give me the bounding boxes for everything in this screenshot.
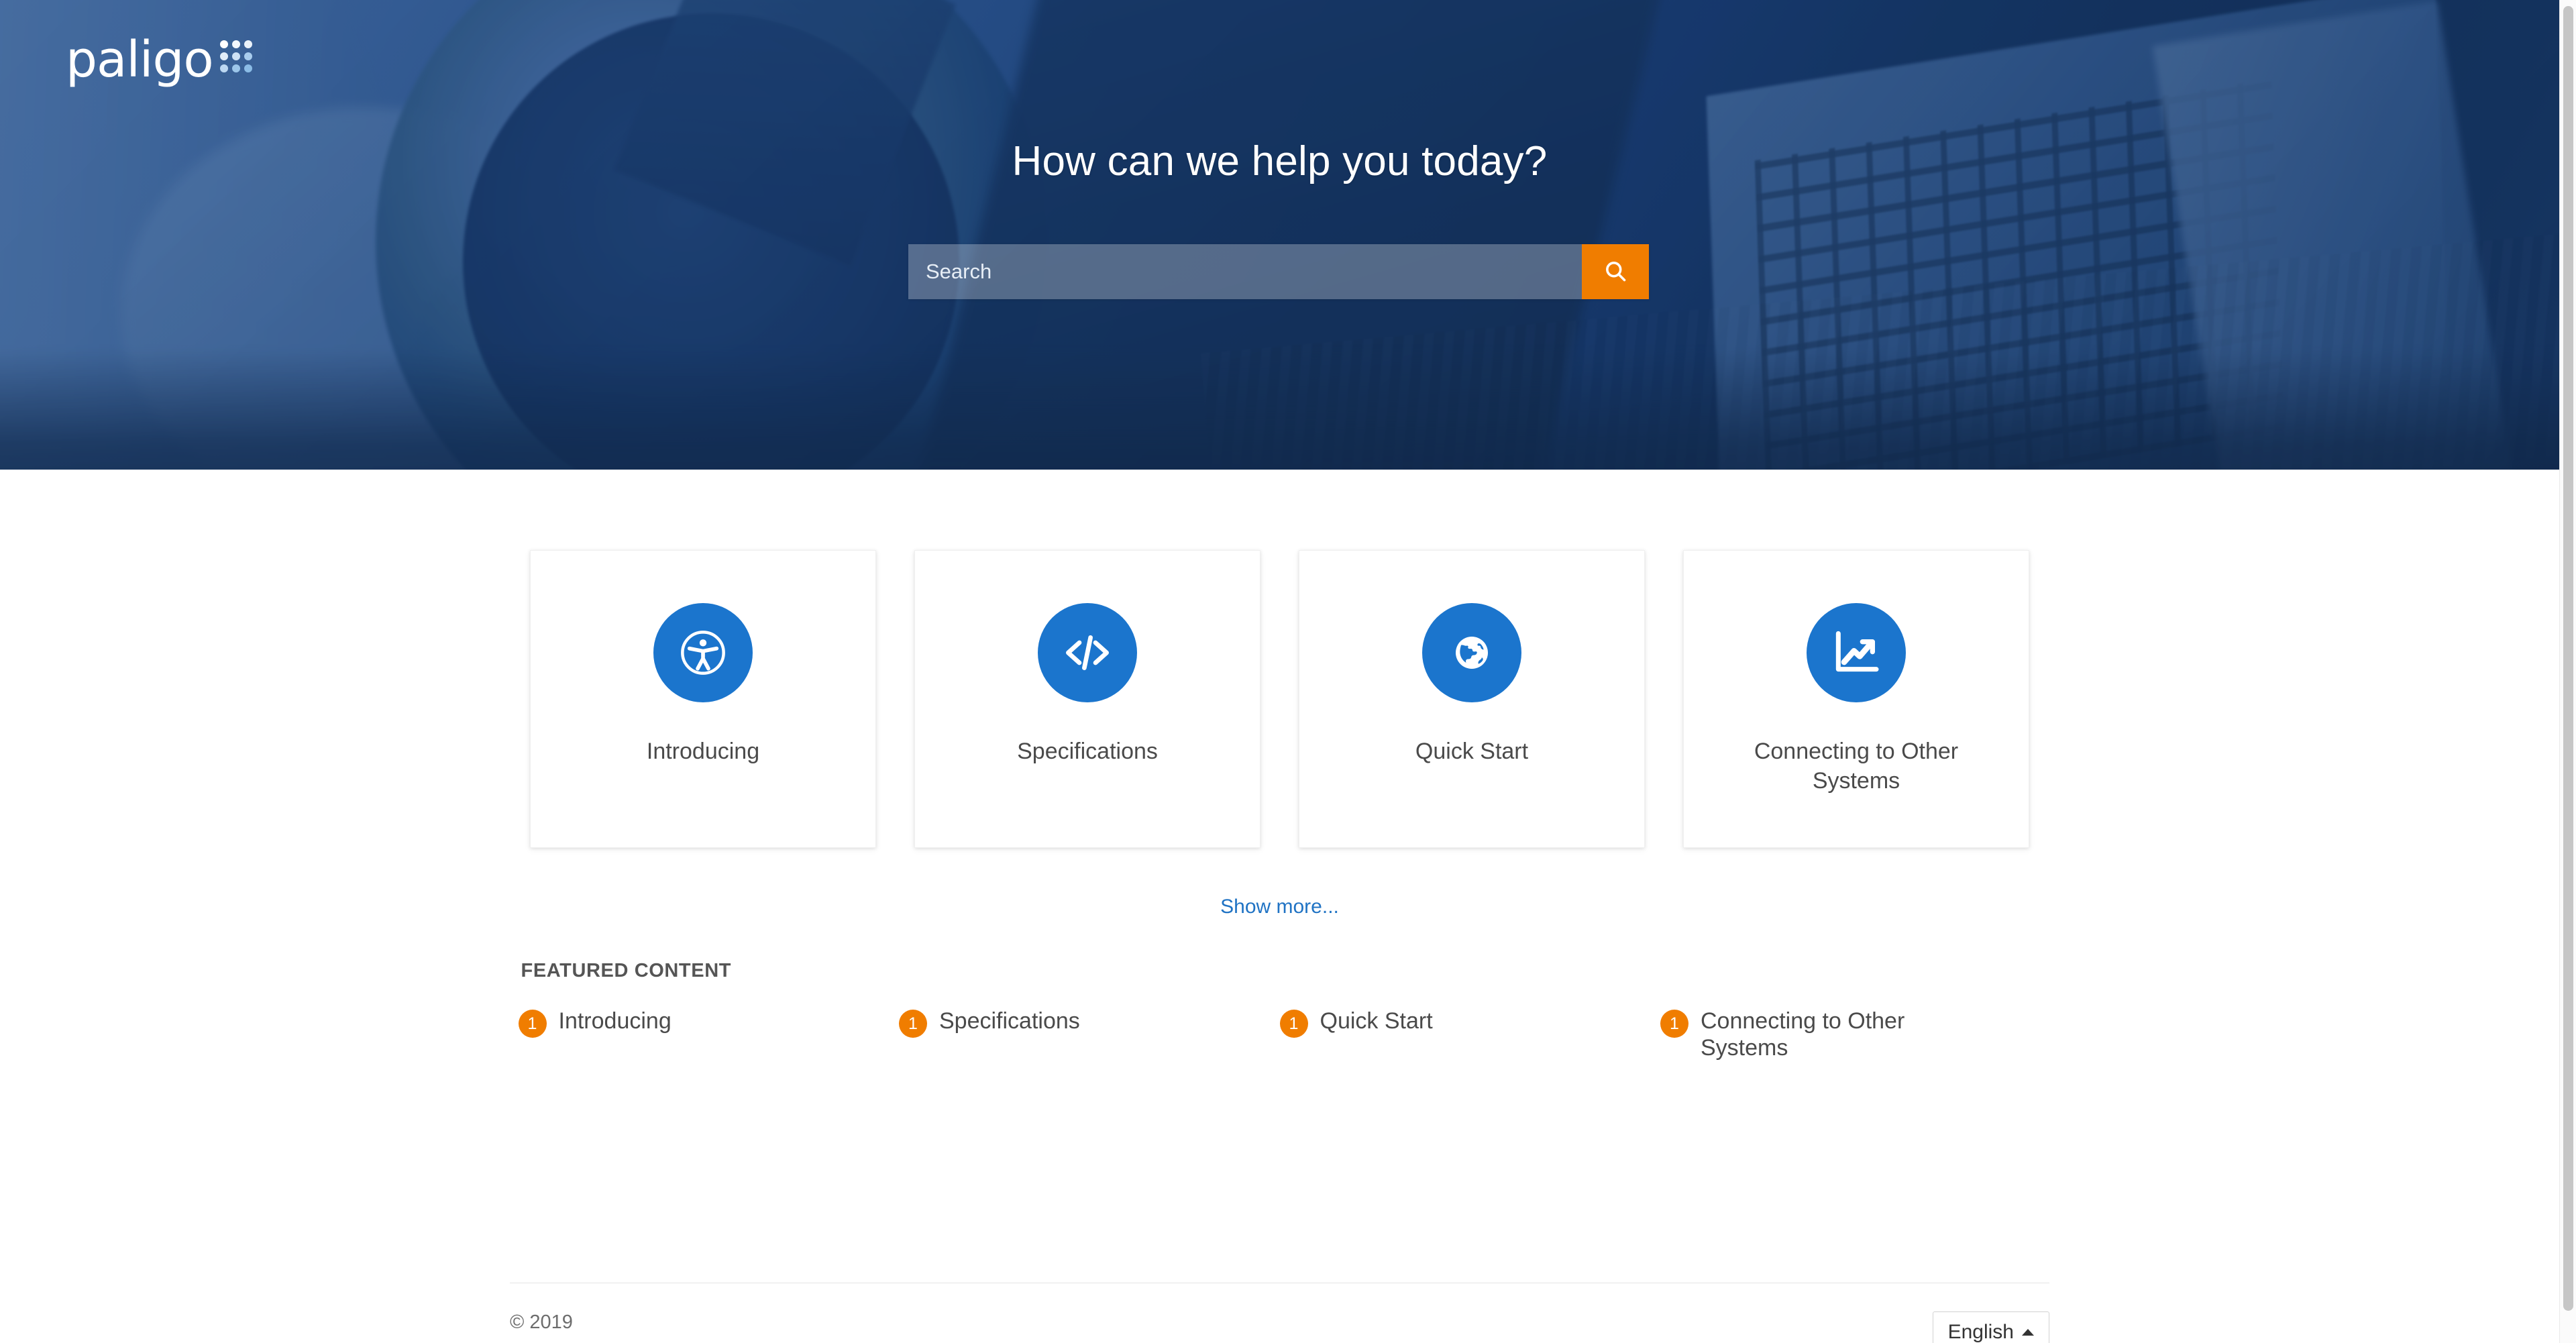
featured-item-introducing[interactable]: 1 Introducing (518, 1008, 900, 1061)
card-label: Introducing (646, 739, 760, 764)
main-content: Introducing Specifications Quick Start C… (0, 470, 2559, 1062)
search-bar (908, 244, 1649, 299)
featured-content-section: FEATURED CONTENT 1 Introducing 1 Specifi… (518, 918, 2041, 1061)
footer-row: © 2019 English (510, 1283, 2049, 1343)
status-badge: 1 (518, 1010, 547, 1038)
category-card-connecting-to-other-systems[interactable]: Connecting to Other Systems (1683, 550, 2029, 848)
featured-item-quick-start[interactable]: 1 Quick Start (1279, 1008, 1661, 1061)
category-card-introducing[interactable]: Introducing (530, 550, 876, 848)
card-label: Quick Start (1415, 739, 1529, 764)
status-badge: 1 (899, 1010, 927, 1038)
dot-grid-icon (219, 40, 252, 72)
page-footer: © 2019 English (0, 1283, 2559, 1343)
universal-access-icon (653, 603, 753, 702)
help-center-page: paligo How can we help you today? Search… (0, 0, 2576, 1343)
show-more-container: Show more... (0, 896, 2559, 918)
search-icon (1603, 259, 1627, 285)
page-title: How can we help you today? (1012, 138, 1548, 184)
show-more-link[interactable]: Show more... (1220, 896, 1339, 918)
scrollbar-thumb[interactable] (2563, 6, 2573, 1311)
logo-wordmark: paligo (66, 31, 214, 89)
featured-content-list: 1 Introducing 1 Specifications 1 Quick S… (518, 1008, 2041, 1061)
search-input[interactable] (908, 244, 1582, 299)
paligo-logo[interactable]: paligo (66, 35, 252, 85)
globe-icon (1422, 603, 1521, 702)
search-button[interactable] (1582, 244, 1649, 299)
category-card-specifications[interactable]: Specifications (914, 550, 1260, 848)
featured-content-heading: FEATURED CONTENT (521, 960, 732, 981)
language-selector-button[interactable]: English (1932, 1311, 2049, 1343)
trending-up-chart-icon (1807, 603, 1906, 702)
hero-color-overlay-secondary (0, 0, 2559, 470)
featured-item-connecting-to-other-systems[interactable]: 1 Connecting to Other Systems (1660, 1008, 2041, 1061)
card-label: Specifications (1017, 739, 1158, 764)
page-scrollbar[interactable] (2559, 0, 2576, 1343)
category-card-grid: Introducing Specifications Quick Start C… (0, 470, 2559, 848)
featured-item-label: Specifications (939, 1008, 1080, 1034)
featured-item-label: Quick Start (1320, 1008, 1433, 1034)
featured-item-label: Introducing (558, 1008, 672, 1034)
code-icon (1038, 603, 1137, 702)
hero-banner: paligo How can we help you today? (0, 0, 2559, 470)
card-label: Connecting to Other Systems (1754, 739, 1959, 794)
language-selector-label: English (1947, 1321, 2014, 1343)
featured-item-specifications[interactable]: 1 Specifications (899, 1008, 1280, 1061)
copyright-text: © 2019 (510, 1311, 573, 1333)
caret-up-icon (2022, 1329, 2034, 1336)
featured-item-label: Connecting to Other Systems (1701, 1008, 1905, 1061)
category-card-quick-start[interactable]: Quick Start (1299, 550, 1645, 848)
status-badge: 1 (1279, 1010, 1308, 1038)
status-badge: 1 (1660, 1010, 1688, 1038)
